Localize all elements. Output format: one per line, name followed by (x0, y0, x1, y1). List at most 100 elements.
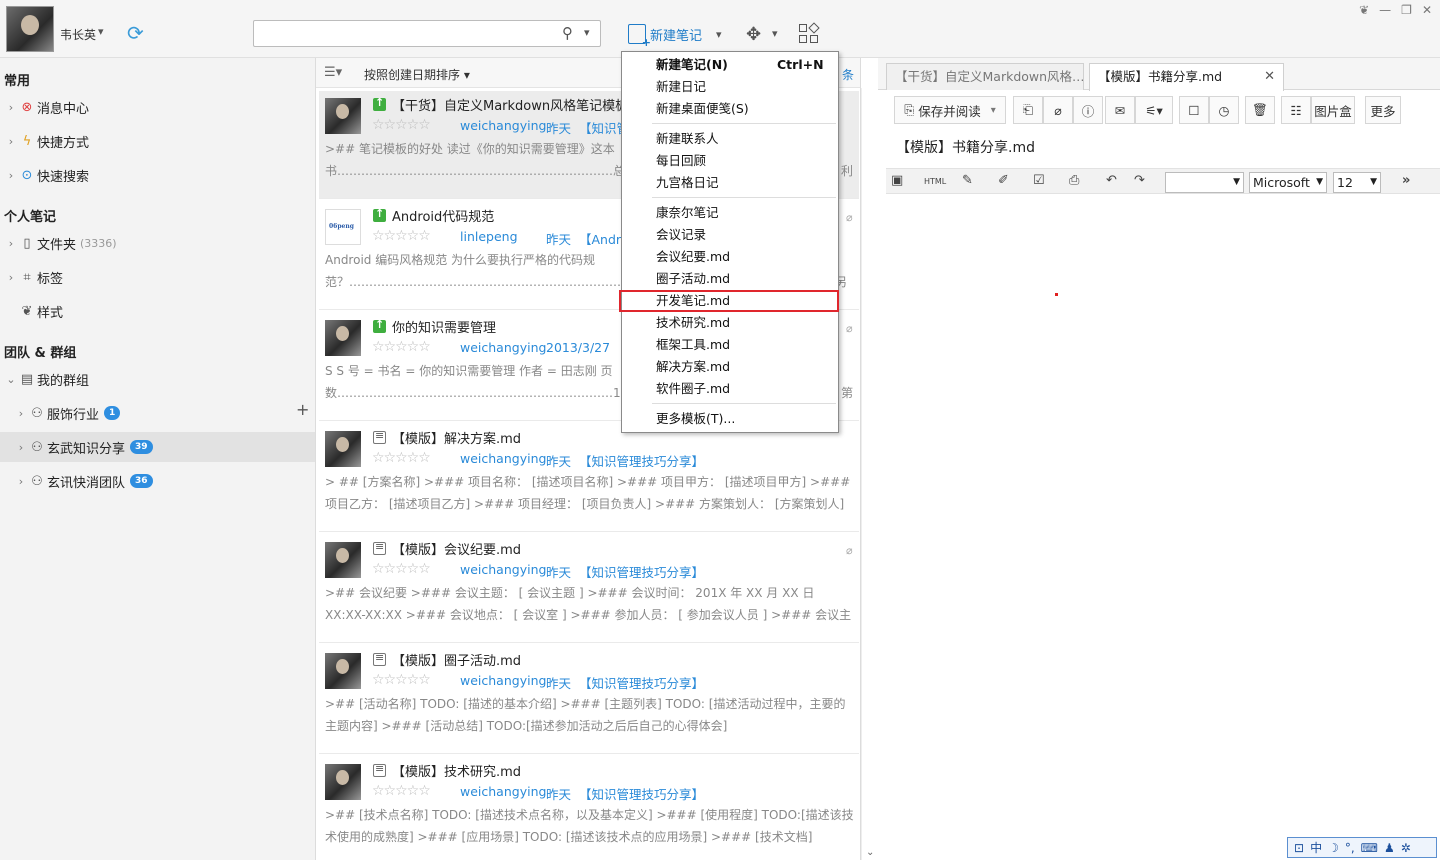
sidebar-item-group[interactable]: › ⚇ 玄武知识分享 39 (0, 432, 315, 462)
layout-grid-icon[interactable] (799, 22, 821, 44)
sidebar-item-shortcuts[interactable]: › ϟ 快捷方式 (0, 126, 315, 156)
redo-icon[interactable]: ↷ (1134, 173, 1145, 188)
chevron-right-icon[interactable]: › (14, 407, 28, 420)
scroll-down-icon[interactable]: ⌄ (866, 847, 874, 858)
user-icon[interactable]: ♟ (1384, 841, 1395, 855)
edit-icon[interactable]: ✐ (998, 173, 1009, 188)
note-author[interactable]: weichangying (460, 340, 546, 355)
menu-item-meeting-minutes[interactable]: 会议纪要.md (622, 246, 838, 268)
menu-item-framework-tools[interactable]: 框架工具.md (622, 334, 838, 356)
tab-markdown-note[interactable]: 【干货】自定义Markdown风格… (886, 63, 1084, 90)
rating-stars[interactable]: ☆☆☆☆☆ (372, 228, 431, 244)
insert-icon[interactable]: ⎙ (1069, 173, 1079, 188)
note-tag[interactable]: 【知识管理技巧分享】 (579, 784, 704, 803)
chevron-right-icon[interactable]: › (4, 271, 18, 284)
more-button[interactable]: 更多 (1365, 96, 1401, 124)
chevron-right-icon[interactable]: › (4, 169, 18, 182)
menu-item-circle-activity[interactable]: 圈子活动.md (622, 268, 838, 290)
outline-icon[interactable]: ☷ (1281, 96, 1311, 124)
rating-stars[interactable]: ☆☆☆☆☆ (372, 450, 431, 466)
info-icon[interactable]: ⓘ (1073, 96, 1103, 124)
menu-item-solutions[interactable]: 解决方案.md (622, 356, 838, 378)
minimize-icon[interactable]: — (1379, 3, 1391, 17)
list-item[interactable]: 【模版】会议纪要.md ☆☆☆☆☆ weichangying 昨天 【知识管理技… (319, 535, 859, 643)
attachment-icon[interactable]: ⌀ (1043, 96, 1073, 124)
rating-stars[interactable]: ☆☆☆☆☆ (372, 561, 431, 577)
eraser-icon[interactable]: ✎ (962, 173, 973, 188)
note-author[interactable]: weichangying (460, 784, 546, 799)
rating-stars[interactable]: ☆☆☆☆☆ (372, 117, 431, 133)
sidebar-item-my-groups[interactable]: ⌄ ▤ 我的群组 (0, 364, 315, 394)
save-icon[interactable]: ▣ (891, 173, 903, 188)
note-tag[interactable]: 【知识管理技巧分享】 (579, 451, 704, 470)
move-icon[interactable]: ✥ (746, 24, 761, 45)
menu-item-cornell[interactable]: 康奈尔笔记 (622, 202, 838, 224)
sort-dropdown[interactable]: 按照创建日期排序 ▾ (364, 66, 470, 83)
note-list-scrollbar[interactable]: ⌄ (861, 88, 878, 860)
sidebar-item-messages[interactable]: › ⊗ 消息中心 (0, 92, 315, 122)
delete-icon[interactable]: 🗑 (1245, 96, 1275, 124)
note-tag[interactable]: 【知识管理技巧分享】 (579, 562, 704, 581)
search-input[interactable]: ⚲ ▾ (253, 20, 601, 47)
chevron-right-icon[interactable]: › (4, 237, 18, 250)
sidebar-item-styles[interactable]: ❦ 样式 (0, 296, 315, 326)
note-author[interactable]: weichangying (460, 451, 546, 466)
save-read-button[interactable]: ⎘ 保存并阅读 ▾ (894, 96, 1006, 124)
mail-icon[interactable]: ✉ (1105, 96, 1135, 124)
tab-book-share[interactable]: 【模版】书籍分享.md ✕ (1089, 63, 1284, 91)
font-select[interactable]: Microsoft ▼ (1249, 172, 1327, 193)
sidebar-item-tags[interactable]: › ⌗ 标签 (0, 262, 315, 292)
note-author[interactable]: linlepeng (460, 229, 518, 244)
close-icon[interactable]: ✕ (1264, 64, 1275, 89)
note-author[interactable]: weichangying (460, 118, 546, 133)
ime-logo-icon[interactable]: ⊡ (1294, 841, 1304, 855)
note-author[interactable]: weichangying (460, 562, 546, 577)
view-mode-icon[interactable]: ☰▾ (324, 65, 342, 80)
chevron-right-icon[interactable]: › (14, 475, 28, 488)
menu-item-new-diary[interactable]: 新建日记 (622, 76, 838, 98)
html-icon[interactable]: HTML (924, 177, 946, 186)
chevron-down-icon[interactable]: ⌄ (4, 373, 18, 386)
chevron-down-icon[interactable]: ▾ (772, 27, 778, 40)
menu-item-new-contact[interactable]: 新建联系人 (622, 128, 838, 150)
skin-icon[interactable]: ❦ (1359, 3, 1369, 17)
menu-item-tech-research[interactable]: 技术研究.md (622, 312, 838, 334)
menu-item-grid-diary[interactable]: 九宫格日记 (622, 172, 838, 194)
sidebar-item-group[interactable]: › ⚇ 服饰行业 1 (0, 398, 315, 428)
rating-stars[interactable]: ☆☆☆☆☆ (372, 783, 431, 799)
punctuation-icon[interactable]: °, (1345, 841, 1355, 855)
checkbox-icon[interactable]: ☑ (1033, 173, 1045, 188)
username[interactable]: 韦长英 (60, 26, 96, 43)
chevron-down-icon[interactable]: ▾ (991, 105, 996, 116)
close-icon[interactable]: ✕ (1422, 3, 1432, 17)
ime-mode[interactable]: 中 (1310, 839, 1322, 856)
font-size-select[interactable]: 12 ▼ (1333, 172, 1381, 193)
search-options-chevron-icon[interactable]: ▾ (584, 26, 590, 39)
document-title[interactable]: 【模版】书籍分享.md (896, 137, 1035, 157)
menu-item-new-sticky[interactable]: 新建桌面便笺(S) (622, 98, 838, 120)
list-item[interactable]: 【模版】解决方案.md ☆☆☆☆☆ weichangying 昨天 【知识管理技… (319, 424, 859, 532)
rating-stars[interactable]: ☆☆☆☆☆ (372, 672, 431, 688)
menu-item-more-templates[interactable]: 更多模板(T)... (622, 408, 838, 430)
undo-icon[interactable]: ↶ (1106, 173, 1117, 188)
chevron-down-icon[interactable]: ▾ (716, 28, 722, 41)
menu-item-daily-review[interactable]: 每日回顾 (622, 150, 838, 172)
clock-icon[interactable]: ◷ (1209, 96, 1239, 124)
sidebar-item-group[interactable]: › ⚇ 玄讯快消团队 36 (0, 466, 315, 496)
note-author[interactable]: weichangying (460, 673, 546, 688)
comment-icon[interactable]: ☐ (1179, 96, 1209, 124)
menu-item-software-circle[interactable]: 软件圈子.md (622, 378, 838, 400)
image-box-button[interactable]: 图片盒 (1311, 96, 1355, 124)
rating-stars[interactable]: ☆☆☆☆☆ (372, 339, 431, 355)
share-icon[interactable]: ⚟▾ (1135, 96, 1173, 124)
sync-icon[interactable]: ⟳ (127, 22, 147, 44)
style-select[interactable]: ▼ (1165, 172, 1244, 193)
chevron-down-icon[interactable]: ▾ (98, 25, 104, 38)
list-item[interactable]: 【模版】技术研究.md ☆☆☆☆☆ weichangying 昨天 【知识管理技… (319, 757, 859, 860)
search-icon[interactable]: ⚲ (562, 24, 573, 42)
restore-icon[interactable]: ❐ (1401, 3, 1412, 17)
more-tools-icon[interactable]: » (1402, 173, 1410, 188)
settings-icon[interactable]: ✲ (1401, 841, 1411, 855)
new-note-button[interactable]: 新建笔记 ▾ (628, 22, 722, 49)
sidebar-item-folders[interactable]: › ▯ 文件夹 (3336) (0, 228, 315, 258)
